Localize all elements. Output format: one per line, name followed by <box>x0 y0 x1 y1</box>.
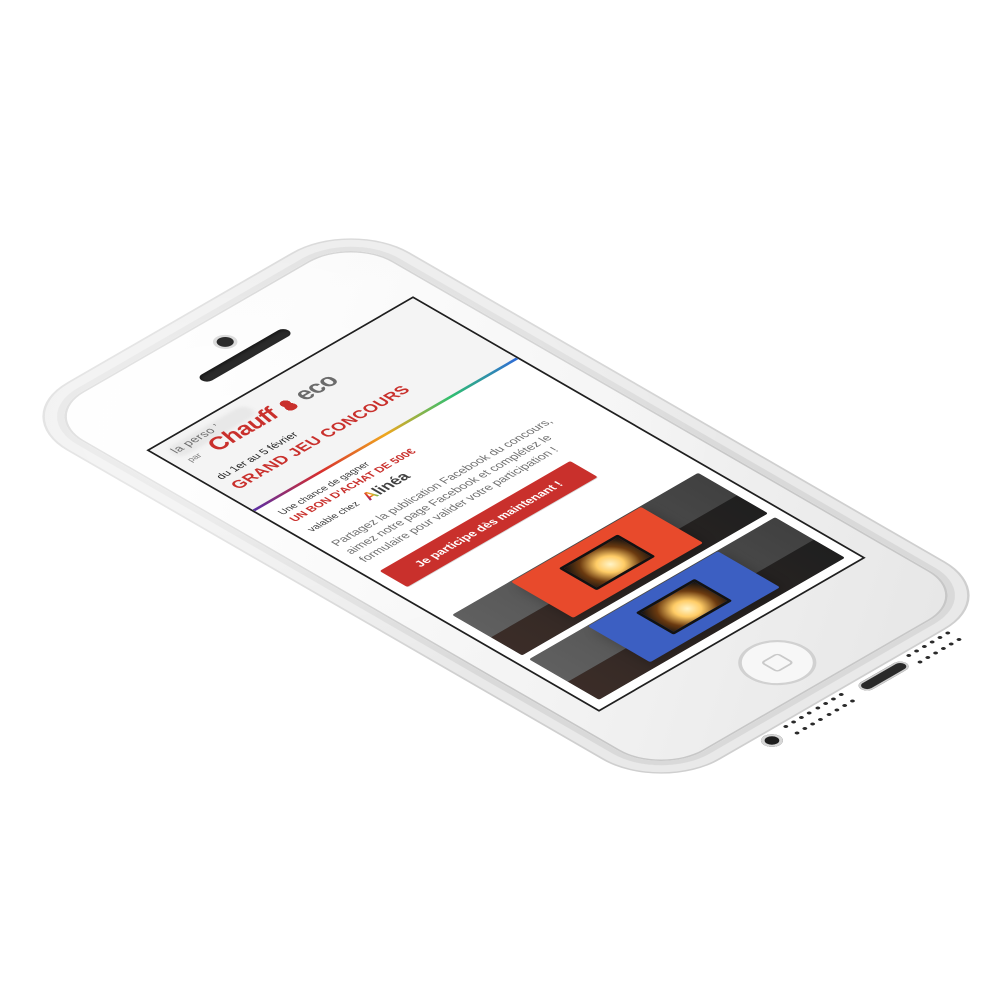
grill-dot <box>848 698 856 703</box>
grill-dot <box>821 701 829 706</box>
grill-dot <box>837 692 845 697</box>
grill-dot <box>829 696 837 701</box>
home-button-icon <box>759 652 795 673</box>
grill-dot <box>781 724 789 729</box>
grill-dot <box>813 705 821 710</box>
grill-dot <box>927 640 935 645</box>
grill-dot <box>931 651 939 656</box>
grill-dot <box>805 710 813 715</box>
grill-dot <box>946 642 954 647</box>
grill-dot <box>840 703 848 708</box>
grill-dot <box>824 712 832 717</box>
grill-dot <box>954 637 962 642</box>
grill-dot <box>816 717 824 722</box>
headphone-jack <box>756 731 788 750</box>
grill-dot <box>904 653 912 658</box>
grill-dot <box>920 644 927 649</box>
grill-dot <box>935 635 943 640</box>
speaker-grill-right <box>902 630 964 666</box>
grill-dot <box>912 649 920 654</box>
brand-name-suffix: eco <box>287 370 346 405</box>
flame-icon <box>275 397 301 413</box>
device-stage: la perso ’ par Chauff eco du 1er au 5 fé… <box>0 0 1000 1000</box>
grill-dot <box>943 631 951 636</box>
grill-dot <box>789 719 797 724</box>
grill-dot <box>832 707 840 712</box>
grill-dot <box>939 646 947 651</box>
grill-dot <box>800 726 808 731</box>
phone-body: la perso ’ par Chauff eco du 1er au 5 fé… <box>0 176 1000 826</box>
lightning-port <box>855 659 913 693</box>
front-camera <box>213 334 238 349</box>
grill-dot <box>808 721 816 726</box>
grill-dot <box>792 730 800 735</box>
grill-dot <box>797 715 805 720</box>
grill-dot <box>915 660 923 665</box>
grill-dot <box>923 655 931 660</box>
